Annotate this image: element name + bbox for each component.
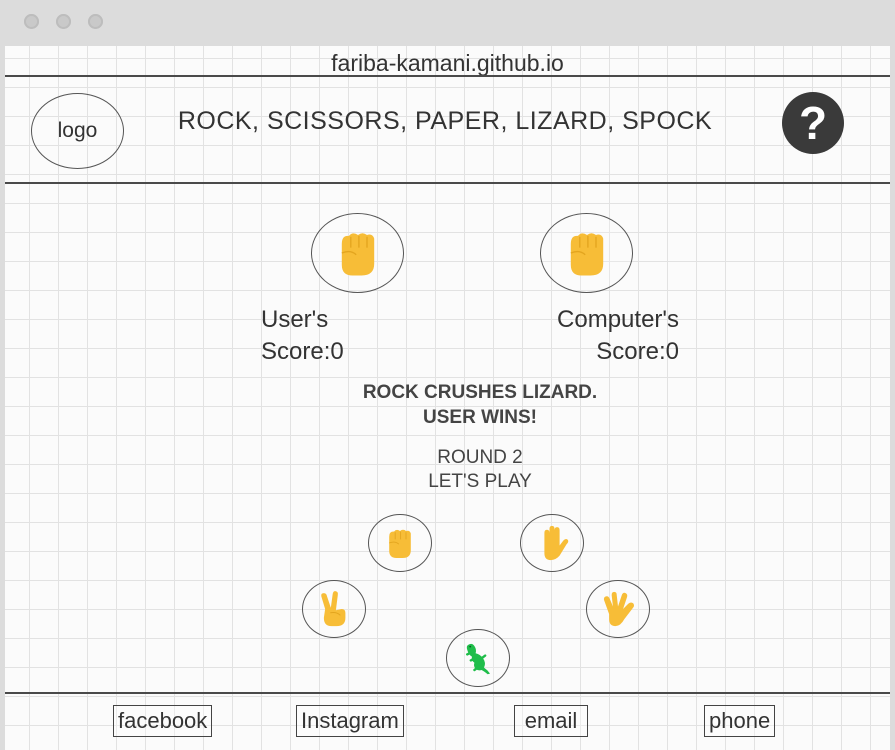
browser-chrome [0,0,895,46]
scissors-button[interactable] [302,580,366,638]
header-divider [5,182,890,184]
user-score-label: User's [261,306,329,333]
computer-score: Computer's Score:0 [543,304,679,368]
scissors-victory-hand-icon [315,589,353,629]
window-maximize-dot[interactable] [88,14,103,29]
email-link[interactable]: email [514,705,588,737]
rock-button[interactable] [368,514,432,572]
computer-score-label: Computer's [557,306,679,333]
round-result: ROCK CRUSHES LIZARD. USER WINS! [0,380,895,430]
spock-button[interactable] [586,580,650,638]
spock-vulcan-salute-icon [599,589,637,629]
round-info: ROUND 2 LET'S PLAY [0,446,895,494]
result-winner: USER WINS! [423,407,537,428]
rock-fist-icon [382,524,418,562]
url-divider [5,75,890,77]
footer-divider [5,692,890,694]
paper-hand-icon [533,523,571,563]
computer-choice-display [540,213,633,293]
address-bar-url[interactable]: fariba-kamani.github.io [0,50,895,77]
paper-button[interactable] [520,514,584,572]
question-mark-icon: ? [798,97,828,149]
facebook-link[interactable]: facebook [113,705,213,737]
window-minimize-dot[interactable] [56,14,71,29]
user-choice-display [311,213,404,293]
user-score: User's Score:0 [261,304,344,368]
round-number: ROUND 2 [437,447,523,468]
rock-fist-icon [560,225,614,281]
user-score-value: Score:0 [261,338,344,365]
help-button[interactable]: ? [782,92,844,154]
rock-fist-icon [331,225,385,281]
result-description: ROCK CRUSHES LIZARD. [362,382,598,403]
page-title: ROCK, SCISSORS, PAPER, LIZARD, SPOCK [177,107,713,135]
round-prompt: LET'S PLAY [428,471,532,492]
phone-link[interactable]: phone [704,705,776,737]
lizard-icon [460,638,496,678]
lizard-button[interactable] [446,629,510,687]
window-close-dot[interactable] [24,14,39,29]
logo[interactable]: logo [31,93,124,169]
computer-score-value: Score:0 [596,338,679,365]
instagram-link[interactable]: Instagram [296,705,404,737]
